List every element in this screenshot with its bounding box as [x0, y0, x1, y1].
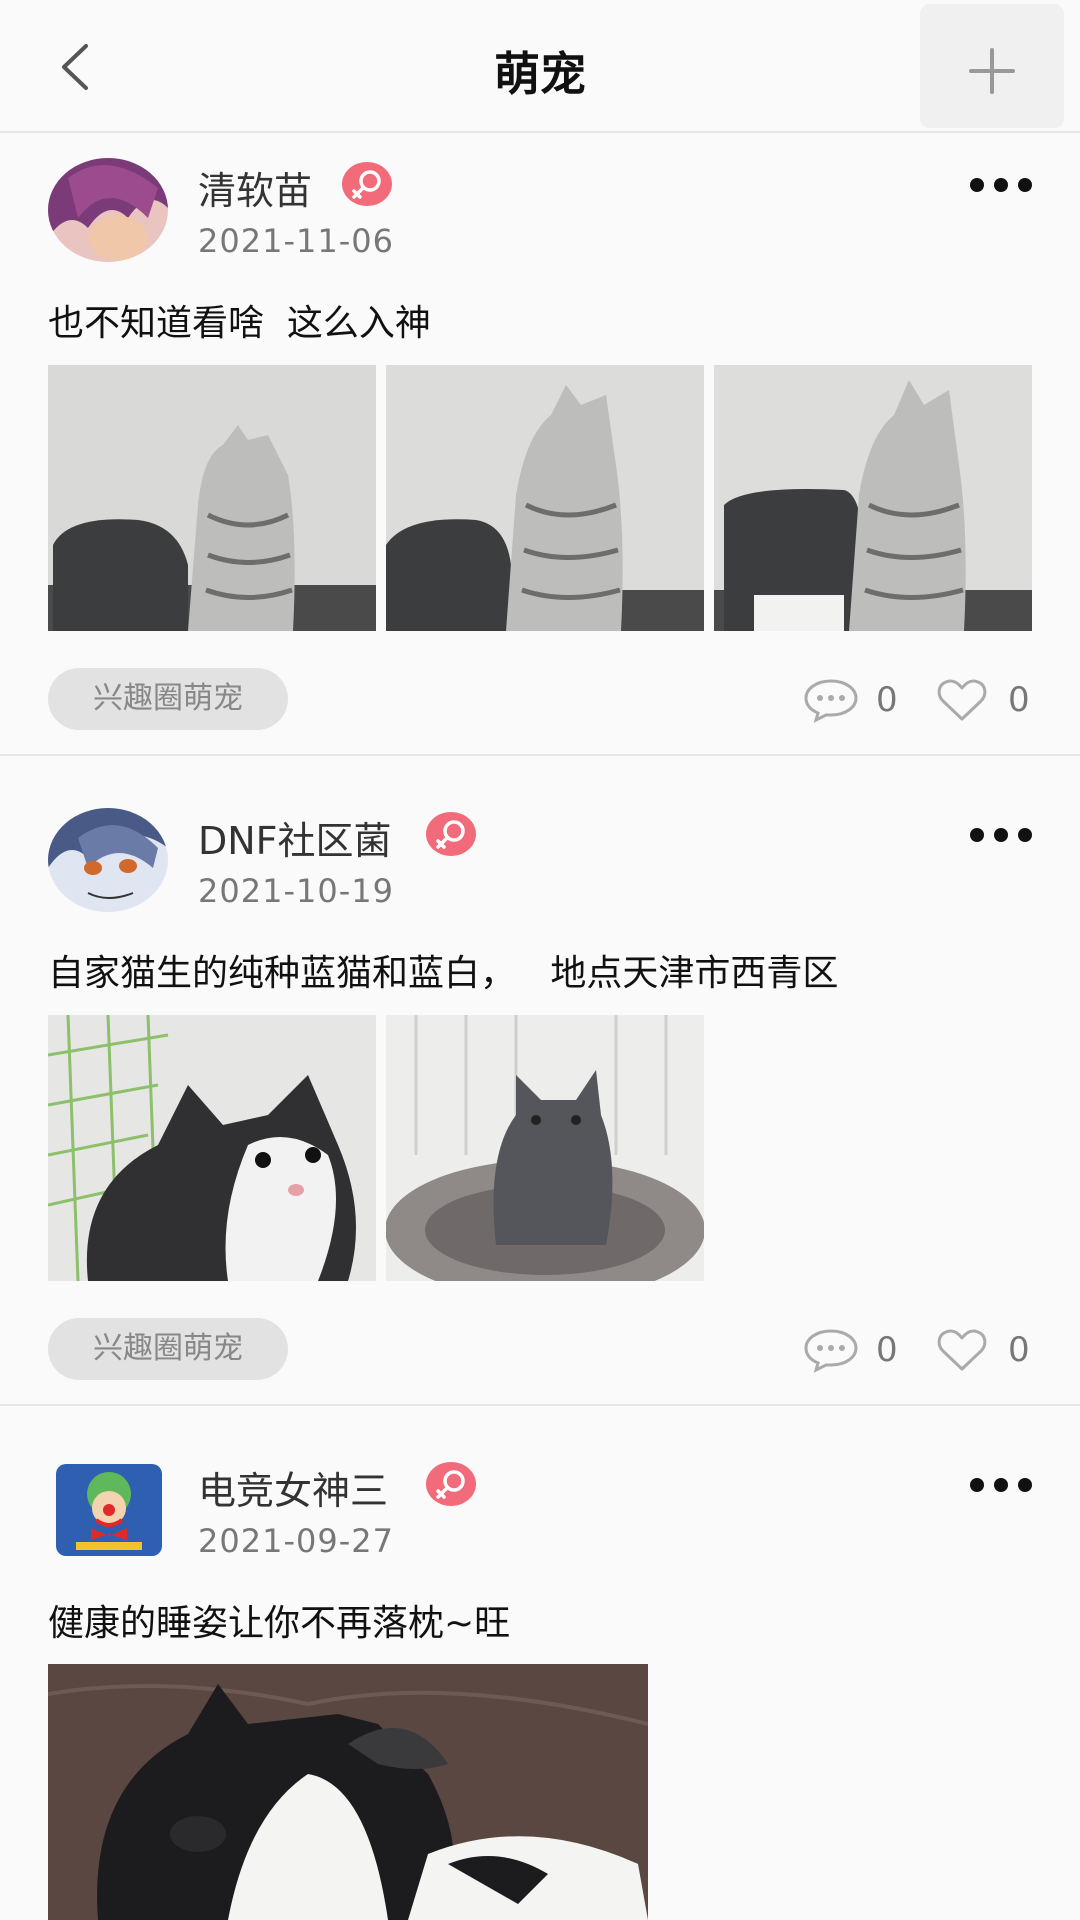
post-card[interactable]: 电竞女神三 2021-09-27 健康的睡姿让你不再落枕~旺 [0, 0, 1080, 1920]
more-dots-icon [970, 1478, 1032, 1492]
post-content: 健康的睡姿让你不再落枕~旺 [48, 1603, 511, 1644]
post-date: 2021-09-27 [198, 1522, 394, 1560]
username[interactable]: 电竞女神三 [198, 1460, 388, 1515]
avatar[interactable] [56, 1464, 162, 1556]
more-button[interactable] [968, 1473, 1034, 1497]
post-image[interactable] [48, 1664, 648, 1920]
female-badge-icon [426, 1462, 476, 1506]
clown-logo-icon [56, 1464, 162, 1556]
